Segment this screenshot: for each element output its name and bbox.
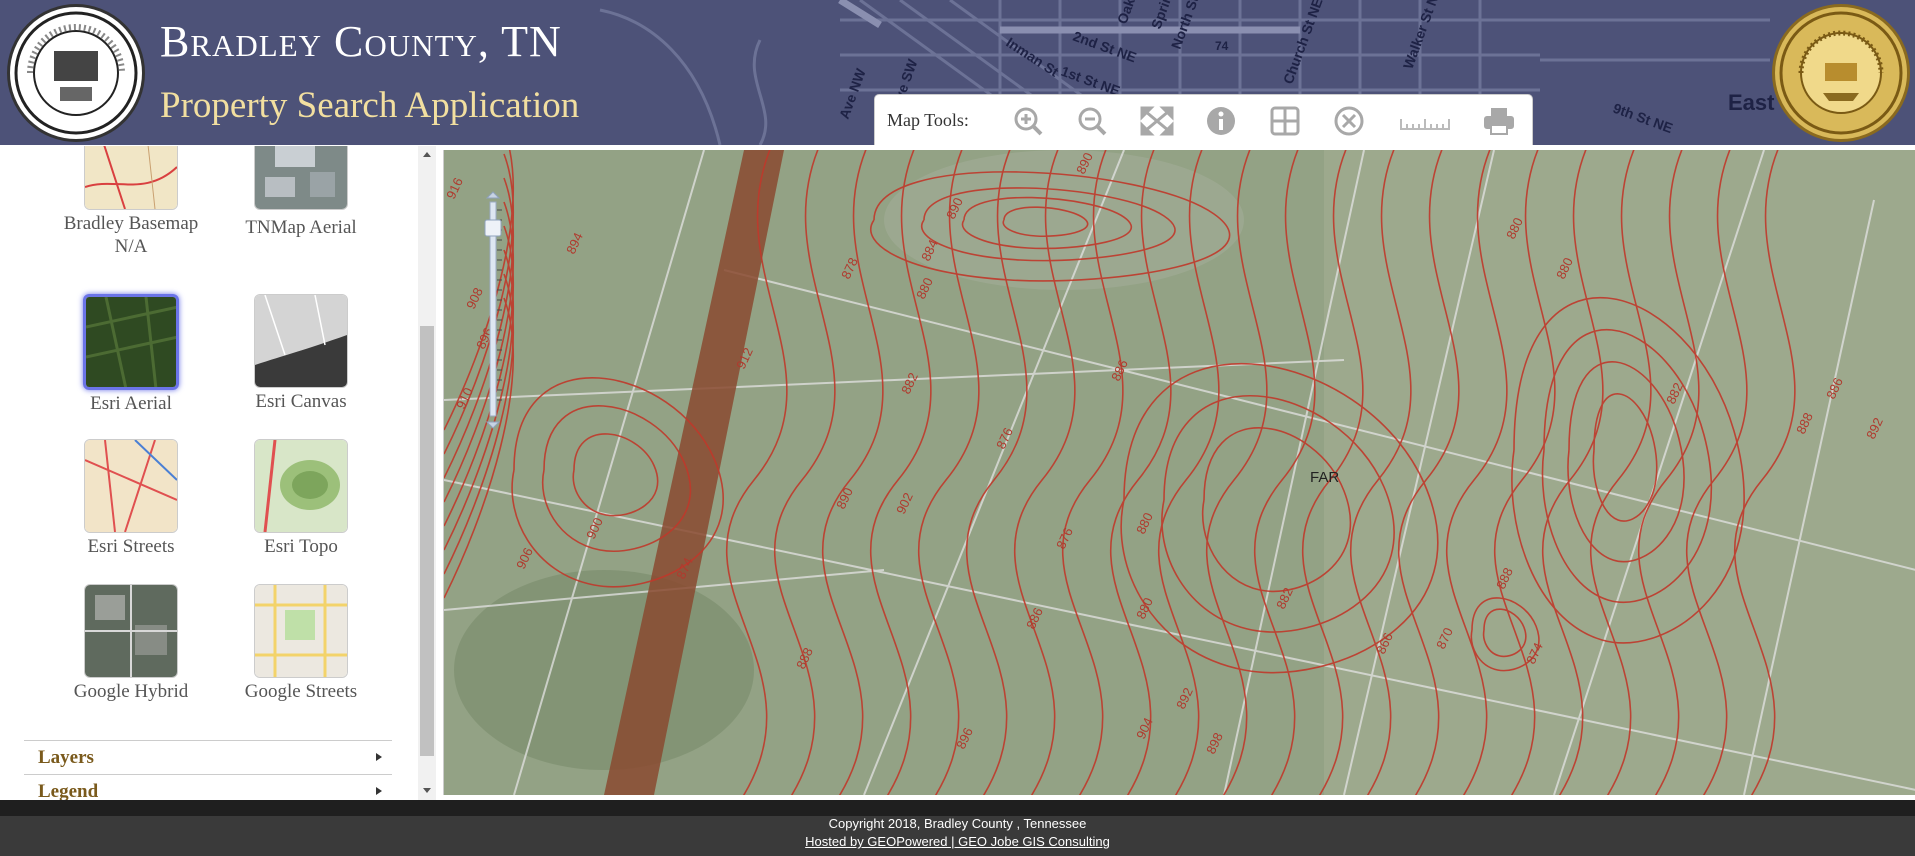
scroll-down-arrow-icon[interactable] [423, 788, 431, 793]
basemap-label: TNMap Aerial [245, 217, 357, 238]
zoom-slider[interactable] [484, 190, 502, 430]
basemap-label: Esri Streets [87, 536, 175, 557]
basemap-thumbnail [84, 584, 178, 678]
copyright-text: Copyright 2018, Bradley County , Tenness… [828, 816, 1087, 831]
basemap-esri-streets[interactable]: Esri Streets [51, 439, 211, 558]
clear-icon[interactable] [1331, 105, 1367, 137]
app-subtitle: Property Search Application [160, 85, 580, 126]
info-icon[interactable] [1203, 105, 1239, 137]
layers-panel-header[interactable]: Layers [24, 740, 392, 773]
state-seal-logo [1772, 4, 1910, 142]
zoom-slider-handle [484, 219, 502, 237]
hosted-by-link[interactable]: Hosted by GEOPowered | GEO Jobe GIS Cons… [0, 834, 1915, 849]
footer-divider [0, 800, 1915, 816]
zoom-in-icon[interactable] [1011, 105, 1047, 137]
layers-panel-title: Layers [38, 747, 94, 768]
basemap-esri-canvas[interactable]: Esri Canvas [221, 294, 381, 413]
map-view[interactable]: 890 890 884 880 878 882 886 890 874 876 880 880 882 8… [443, 150, 1915, 795]
map-tools-toolbar: Map Tools: [874, 94, 1533, 145]
county-seal-logo [7, 4, 145, 142]
place-label: FAR [1310, 469, 1339, 486]
ruler-icon[interactable] [1397, 105, 1453, 137]
basemap-thumbnail [83, 294, 179, 390]
app-title: Bradley County, TN [160, 17, 562, 66]
basemap-label: Esri Canvas [255, 391, 347, 412]
basemap-tnmap-aerial[interactable]: TNMap Aerial [221, 146, 381, 239]
basemap-google-hybrid[interactable]: Google Hybrid [51, 584, 211, 703]
basemap-thumbnail [254, 584, 348, 678]
basemap-esri-topo[interactable]: Esri Topo [221, 439, 381, 558]
highway-shield-label: 74 [1215, 39, 1229, 53]
map-tools-label: Map Tools: [887, 110, 969, 130]
basemap-label: Google Streets [244, 681, 358, 702]
legend-panel-title: Legend [38, 781, 99, 800]
map-canvas[interactable]: 890890884880878882 886890874876880880882 8… [444, 150, 1915, 795]
basemap-label: Google Hybrid [73, 681, 189, 702]
print-icon[interactable] [1481, 105, 1517, 137]
basemap-thumbnail [254, 146, 348, 210]
basemap-thumbnail [84, 439, 178, 533]
scroll-up-arrow-icon[interactable] [423, 152, 431, 157]
basemap-label: Esri Aerial [90, 393, 172, 414]
basemap-thumbnail [254, 294, 348, 388]
sidebar-scrollbar[interactable] [418, 146, 436, 800]
place-label: East [1728, 90, 1775, 115]
scrollbar-thumb[interactable] [420, 326, 434, 756]
basemap-thumbnail [254, 439, 348, 533]
full-extent-icon[interactable] [1139, 105, 1175, 137]
basemap-thumbnail [84, 146, 178, 210]
basemap-google-streets[interactable]: Google Streets [221, 584, 381, 703]
grid-icon[interactable] [1267, 105, 1303, 137]
sidebar-panel: Bradley Basemap N/A TNMap Aerial Esri Ae… [0, 146, 440, 800]
zoom-out-icon[interactable] [1075, 105, 1111, 137]
basemap-label: Bradley Basemap N/A [63, 213, 199, 257]
expand-arrow-icon [376, 753, 382, 761]
basemap-label: Esri Topo [264, 536, 338, 557]
basemap-esri-aerial[interactable]: Esri Aerial [51, 294, 211, 415]
app-header: Inman St 2nd St NE 1st St NE Oak St Spri… [0, 0, 1915, 145]
legend-panel-header[interactable]: Legend [24, 774, 392, 800]
page-footer: Copyright 2018, Bradley County , Tenness… [0, 816, 1915, 856]
basemap-bradley[interactable]: Bradley Basemap N/A [51, 146, 211, 258]
expand-arrow-icon [376, 787, 382, 795]
